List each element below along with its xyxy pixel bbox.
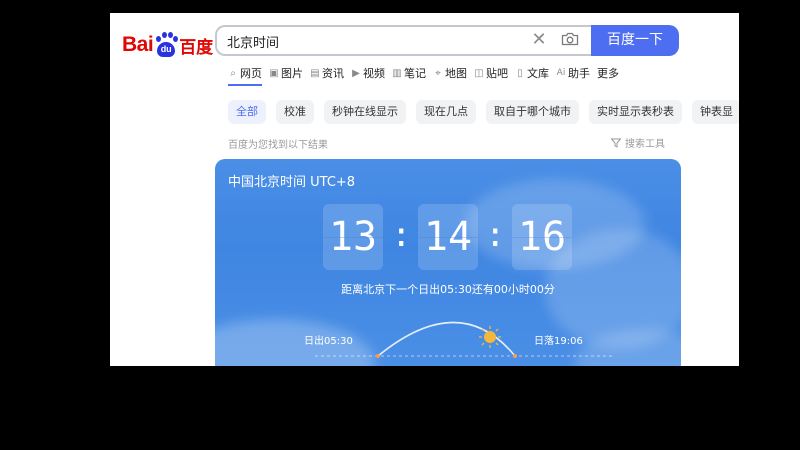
clear-icon[interactable]: ✕ xyxy=(529,30,549,50)
logo-latin: Bai xyxy=(122,33,154,56)
sunrise-countdown: 距离北京下一个日出05:30还有00小时00分 xyxy=(341,283,555,296)
paw-icon: du xyxy=(154,32,179,58)
tab-label: 贴吧 xyxy=(486,67,508,80)
hour-display: 13 xyxy=(323,204,383,270)
search-tabs: ⌕ 网页 ▣ 图片 ▤ 资讯 ▶ 视频 ▥ 笔记 ⌖ 地图 ◫ 贴吧 ▯ 文库 Ai 助手 更多 xyxy=(228,65,626,85)
tab-notes[interactable]: ▥ 笔记 xyxy=(392,65,426,81)
minute-display: 14 xyxy=(418,204,478,270)
tab-news[interactable]: ▤ 资讯 xyxy=(310,65,344,81)
image-icon: ▣ xyxy=(269,67,279,79)
chip-all[interactable]: 全部 xyxy=(228,100,266,124)
beijing-time-card: 中国北京时间 UTC+8 13 : 14 : 16 距离北京下一个日出05:30… xyxy=(215,159,681,366)
sunset-dot xyxy=(513,354,517,358)
tab-label: 助手 xyxy=(568,67,590,80)
search-box: ✕ xyxy=(215,25,591,56)
search-tools-button[interactable]: 搜索工具 xyxy=(611,135,665,150)
tab-video[interactable]: ▶ 视频 xyxy=(351,65,385,81)
chip[interactable]: 取自于哪个城市 xyxy=(486,100,579,124)
tieba-icon: ◫ xyxy=(474,67,484,79)
tab-label: 图片 xyxy=(281,67,303,80)
filter-icon xyxy=(611,138,621,148)
result-count-text: 百度为您找到以下结果 xyxy=(228,140,328,151)
chip[interactable]: 现在几点 xyxy=(416,100,476,124)
tab-assistant[interactable]: Ai 助手 xyxy=(556,65,590,81)
wenku-icon: ▯ xyxy=(517,67,523,79)
time-separator: : xyxy=(391,215,412,255)
logo-chinese: 百度 xyxy=(179,37,214,58)
tab-label: 视频 xyxy=(363,67,385,80)
related-chips: 全部 校准 秒钟在线显示 现在几点 取自于哪个城市 实时显示表秒表 钟表显 xyxy=(228,100,739,124)
sun-arc xyxy=(315,321,615,358)
time-separator: : xyxy=(485,215,506,255)
second-display: 16 xyxy=(512,204,572,270)
sunrise-dot xyxy=(376,354,380,358)
search-tools-label: 搜索工具 xyxy=(625,139,665,150)
browser-page: Bai du 百度 ✕ 百度一下 ⌕ 网页 ▣图片 ▤资讯 ▶视频 ▥笔记 ⌖ 地图… xyxy=(110,13,739,366)
tab-tieba[interactable]: ◫ 贴吧 xyxy=(474,65,508,81)
video-icon: ▶ xyxy=(352,67,360,79)
chip[interactable]: 校准 xyxy=(276,100,314,124)
news-icon: ▤ xyxy=(310,67,320,79)
tab-label: 更多 xyxy=(597,67,619,80)
active-tab-indicator xyxy=(228,84,262,86)
baidu-logo[interactable]: Bai du 百度 xyxy=(122,31,213,59)
card-title: 中国北京时间 UTC+8 xyxy=(228,175,356,190)
tab-label: 地图 xyxy=(445,67,467,80)
camera-icon[interactable] xyxy=(561,32,579,46)
tab-label: 网页 xyxy=(240,67,262,80)
search-icon: ⌕ xyxy=(230,67,236,79)
tab-more[interactable]: 更多 xyxy=(597,65,619,81)
sun-icon xyxy=(479,326,501,348)
tab-label: 文库 xyxy=(527,67,549,80)
logo-paw-text: du xyxy=(157,42,176,57)
search-input[interactable] xyxy=(227,32,507,50)
ai-icon: Ai xyxy=(556,68,566,78)
chip[interactable]: 钟表显 xyxy=(692,100,739,124)
map-icon: ⌖ xyxy=(435,67,441,79)
chip[interactable]: 秒钟在线显示 xyxy=(324,100,406,124)
search-button[interactable]: 百度一下 xyxy=(591,25,679,56)
tab-label: 资讯 xyxy=(322,67,344,80)
tab-web[interactable]: ⌕ 网页 xyxy=(228,65,262,81)
tab-label: 笔记 xyxy=(404,67,426,80)
note-icon: ▥ xyxy=(392,67,402,79)
chip[interactable]: 实时显示表秒表 xyxy=(589,100,682,124)
tab-map[interactable]: ⌖ 地图 xyxy=(433,65,467,81)
tab-wenku[interactable]: ▯ 文库 xyxy=(515,65,549,81)
tab-images[interactable]: ▣ 图片 xyxy=(269,65,303,81)
